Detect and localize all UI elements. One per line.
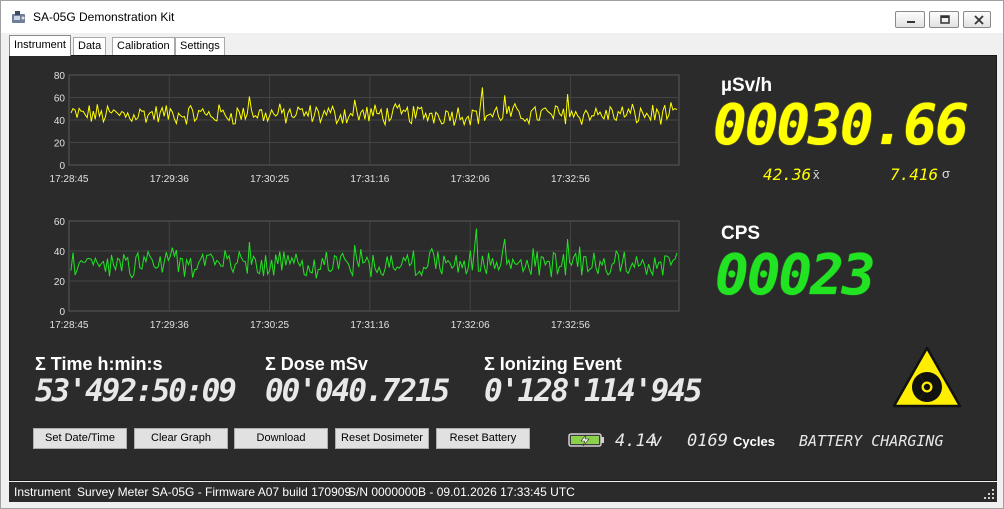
x-tick-label: 17:31:16 xyxy=(350,174,389,185)
status-firmware: Survey Meter SA-05G - Firmware A07 build… xyxy=(77,485,352,499)
sigma-symbol: σ xyxy=(942,166,951,181)
close-icon xyxy=(974,15,984,25)
battery-cycles-label: Cycles xyxy=(733,434,775,449)
y-tick-label: 60 xyxy=(54,217,66,228)
app-icon xyxy=(12,11,25,23)
x-tick-label: 17:29:36 xyxy=(150,174,189,185)
y-tick-label: 0 xyxy=(59,307,65,318)
maximize-icon xyxy=(940,15,950,24)
series-line xyxy=(70,228,678,279)
cps-value: 00023 xyxy=(715,243,876,308)
minimize-icon xyxy=(907,21,915,23)
resize-grip-icon[interactable] xyxy=(983,488,995,500)
minimize-button[interactable] xyxy=(895,11,925,28)
battery-charging-icon xyxy=(568,433,604,447)
dose-sigma-value: 7.416 xyxy=(890,165,939,184)
status-serial: S/N 0000000B - 09.01.2026 17:33:45 UTC xyxy=(348,485,575,499)
y-tick-label: 40 xyxy=(54,116,66,127)
tab-calibration[interactable]: Calibration xyxy=(112,37,175,55)
battery-status: BATTERY CHARGING xyxy=(799,432,944,450)
set-date-time-button[interactable]: Set Date/Time xyxy=(33,428,127,449)
dose-value: 00'040.7215 xyxy=(265,373,450,409)
x-tick-label: 17:31:16 xyxy=(350,320,389,331)
time-label: Σ Time h:min:s xyxy=(35,354,163,374)
events-label: Σ Ionizing Event xyxy=(484,354,622,374)
dose-mean-value: 42.36 xyxy=(763,165,812,184)
radiation-warning-icon xyxy=(892,346,962,408)
x-tick-label: 17:32:56 xyxy=(551,320,590,331)
status-bar: Instrument Survey Meter SA-05G - Firmwar… xyxy=(9,482,997,502)
tab-settings[interactable]: Settings xyxy=(175,37,225,55)
cps-label: CPS xyxy=(721,223,761,244)
cps-chart: 0 20 40 60 17:28:45 17:29:36 17:30:25 17:31:16 1… xyxy=(50,217,680,331)
download-button[interactable]: Download xyxy=(234,428,328,449)
x-tick-label: 17:29:36 xyxy=(150,320,189,331)
maximize-button[interactable] xyxy=(929,11,959,28)
dose-label: Σ Dose mSv xyxy=(265,354,368,374)
battery-cycles-value: 0169 xyxy=(687,431,728,451)
mean-symbol: x̄ xyxy=(813,167,820,182)
x-tick-label: 17:28:45 xyxy=(50,320,89,331)
battery-voltage-unit: v xyxy=(652,431,663,451)
y-tick-label: 80 xyxy=(54,71,66,82)
y-tick-label: 40 xyxy=(54,247,66,258)
battery-voltage: 4.14 xyxy=(615,431,656,451)
y-tick-label: 20 xyxy=(54,277,66,288)
tab-instrument[interactable]: Instrument xyxy=(9,35,71,56)
dose-rate-chart: 0 20 40 60 80 17:28:45 17:29:36 17:30:25 17:31:1… xyxy=(50,71,680,185)
x-tick-label: 17:30:25 xyxy=(250,320,289,331)
dose-rate-value: 00030.66 xyxy=(713,93,969,158)
window-title: SA-05G Demonstration Kit xyxy=(33,10,175,24)
tab-data[interactable]: Data xyxy=(73,37,107,55)
y-tick-label: 0 xyxy=(59,161,65,172)
status-mode: Instrument xyxy=(14,485,71,499)
reset-battery-button[interactable]: Reset Battery xyxy=(436,428,530,449)
title-bar[interactable]: SA-05G Demonstration Kit xyxy=(1,1,1003,33)
x-tick-label: 17:28:45 xyxy=(50,174,89,185)
x-tick-label: 17:32:06 xyxy=(451,320,490,331)
events-value: 0'128'114'945 xyxy=(484,373,703,409)
time-value: 53'492:50:09 xyxy=(35,373,237,409)
x-tick-label: 17:32:56 xyxy=(551,174,590,185)
app-window: SA-05G Demonstration Kit Instrument Data… xyxy=(0,0,1004,509)
clear-graph-button[interactable]: Clear Graph xyxy=(134,428,228,449)
x-tick-label: 17:30:25 xyxy=(250,174,289,185)
close-button[interactable] xyxy=(963,11,991,28)
x-tick-label: 17:32:06 xyxy=(451,174,490,185)
y-tick-label: 60 xyxy=(54,94,66,105)
reset-dosimeter-button[interactable]: Reset Dosimeter xyxy=(335,428,429,449)
y-tick-label: 20 xyxy=(54,139,66,150)
